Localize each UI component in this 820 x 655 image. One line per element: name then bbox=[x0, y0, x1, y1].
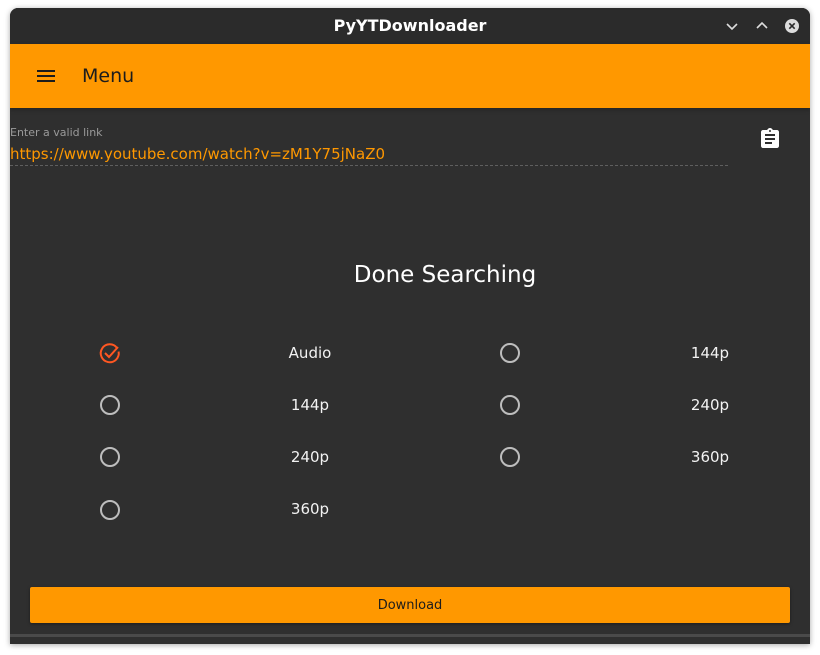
radio-unchecked-icon bbox=[500, 395, 520, 415]
option-label-right-240p: 240p bbox=[690, 396, 730, 414]
radio-left-360p[interactable] bbox=[98, 498, 122, 522]
option-label-right-144p: 144p bbox=[690, 344, 730, 362]
option-label-left-360p: 360p bbox=[290, 500, 330, 518]
radio-audio[interactable] bbox=[98, 341, 122, 365]
chevron-up-icon bbox=[756, 21, 768, 29]
radio-right-360p[interactable] bbox=[498, 445, 522, 469]
radio-unchecked-icon bbox=[500, 447, 520, 467]
title-bar[interactable]: PyYTDownloader bbox=[10, 8, 810, 44]
radio-unchecked-icon bbox=[500, 343, 520, 363]
menu-title: Menu bbox=[82, 65, 135, 87]
status-text: Done Searching bbox=[353, 262, 537, 288]
option-label-left-240p: 240p bbox=[290, 448, 330, 466]
app-window: PyYTDownloader Menu Enter a valid link h… bbox=[10, 8, 810, 644]
clipboard-icon bbox=[761, 128, 779, 148]
link-field-label: Enter a valid link bbox=[10, 126, 103, 139]
link-input[interactable] bbox=[10, 142, 728, 166]
window-title: PyYTDownloader bbox=[333, 16, 487, 35]
bottom-divider bbox=[10, 634, 810, 637]
radio-unchecked-icon bbox=[100, 395, 120, 415]
option-label-left-144p: 144p bbox=[290, 396, 330, 414]
close-icon bbox=[785, 19, 799, 33]
paste-button[interactable] bbox=[758, 127, 782, 151]
radio-unchecked-icon bbox=[100, 500, 120, 520]
chevron-down-icon bbox=[726, 23, 738, 31]
radio-right-240p[interactable] bbox=[498, 393, 522, 417]
option-label-audio: Audio bbox=[288, 344, 332, 362]
radio-unchecked-icon bbox=[100, 447, 120, 467]
download-button[interactable]: Download bbox=[30, 587, 790, 623]
checked-circle-icon bbox=[99, 343, 120, 364]
radio-left-240p[interactable] bbox=[98, 445, 122, 469]
radio-right-144p[interactable] bbox=[498, 341, 522, 365]
minimize-button[interactable] bbox=[722, 16, 742, 36]
maximize-button[interactable] bbox=[752, 16, 772, 36]
radio-left-144p[interactable] bbox=[98, 393, 122, 417]
close-button[interactable] bbox=[782, 16, 802, 36]
option-label-right-360p: 360p bbox=[690, 448, 730, 466]
hamburger-menu-icon[interactable] bbox=[34, 64, 58, 88]
app-bar: Menu bbox=[10, 44, 810, 108]
